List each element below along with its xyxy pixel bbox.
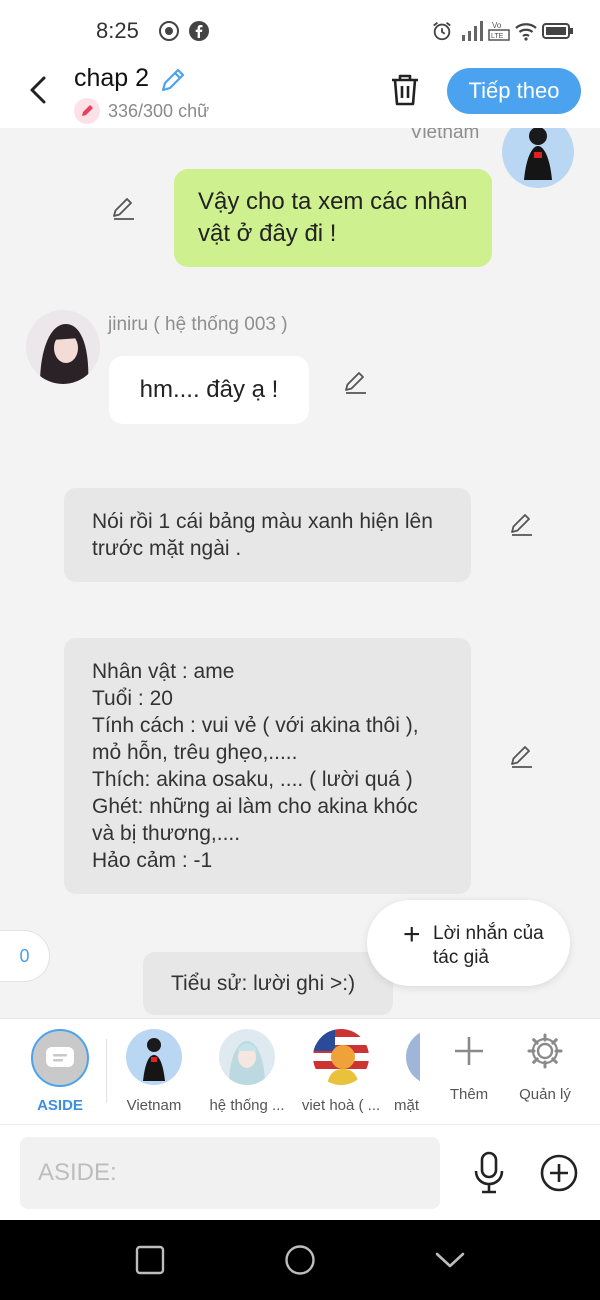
avatar: [126, 1029, 182, 1085]
battery-icon: [542, 23, 573, 39]
chapter-header: chap 2 336/300 chữ Tiếp theo: [0, 60, 600, 128]
character-viet-hoa[interactable]: viet hoà ( ...: [298, 1029, 384, 1114]
character-name: mặt: [394, 1097, 420, 1114]
gear-icon: [527, 1033, 563, 1069]
character-aside[interactable]: ASIDE: [24, 1029, 96, 1114]
message-counter-badge[interactable]: 0: [0, 930, 50, 982]
manage-characters-button[interactable]: Quản lý: [512, 1029, 578, 1103]
avatar: [219, 1029, 275, 1085]
author-note-button[interactable]: + Lời nhắn của tác giả: [367, 900, 570, 986]
svg-text:LTE: LTE: [491, 33, 504, 40]
character-vietnam[interactable]: Vietnam: [120, 1029, 188, 1114]
system-nav-bar: [0, 1220, 600, 1300]
chat-bubble-icon: [31, 1029, 89, 1087]
add-character-button[interactable]: Thêm: [440, 1029, 498, 1103]
sender-name: jiniru ( hệ thống 003 ): [108, 314, 288, 335]
chapter-title: chap 2: [74, 64, 150, 92]
manage-label: Quản lý: [519, 1086, 571, 1103]
avatar-jiniru[interactable]: [26, 310, 100, 384]
character-name: hệ thống ...: [209, 1097, 285, 1114]
status-time: 8:25: [96, 18, 139, 43]
alarm-icon: [433, 22, 451, 41]
back-nav-icon[interactable]: [434, 1244, 466, 1276]
volte-icon: Vo LTE: [488, 21, 510, 41]
trash-icon[interactable]: [388, 72, 422, 108]
narration-bubble[interactable]: Nói rồi 1 cái bảng màu xanh hiện lên trư…: [64, 488, 471, 582]
edit-message-icon[interactable]: [110, 194, 138, 222]
signal-icon: [462, 21, 483, 41]
input-bar: [0, 1124, 600, 1220]
avatar-vietnam[interactable]: [502, 128, 574, 188]
edit-message-icon[interactable]: [508, 742, 536, 770]
avatar: [406, 1029, 420, 1085]
character-bar: ASIDE Vietnam hệ thống ... viet hoà ( ..…: [0, 1018, 600, 1124]
pencil-icon: [74, 98, 100, 124]
next-button[interactable]: Tiếp theo: [447, 68, 581, 114]
edit-message-icon[interactable]: [342, 368, 370, 396]
character-name: ASIDE: [37, 1097, 83, 1114]
facebook-icon: [189, 21, 209, 41]
author-note-label: Lời nhắn của tác giả: [433, 923, 544, 968]
word-count: 336/300 chữ: [74, 98, 209, 124]
plus-icon: +: [403, 918, 421, 951]
narration-bubble[interactable]: Nhân vật : ame Tuổi : 20 Tính cách : vui…: [64, 638, 471, 894]
add-label: Thêm: [449, 1086, 489, 1103]
back-arrow-icon[interactable]: [22, 70, 54, 110]
character-partial[interactable]: mặt: [394, 1029, 420, 1114]
character-name: viet hoà ( ...: [301, 1097, 381, 1114]
avatar: [313, 1029, 369, 1085]
recording-icon: [159, 21, 179, 41]
svg-text:Vo: Vo: [492, 21, 502, 30]
edit-message-icon[interactable]: [508, 510, 536, 538]
narration-bubble[interactable]: Tiểu sử: lười ghi >:): [143, 952, 393, 1015]
plus-icon: [455, 1037, 483, 1065]
wifi-icon: [515, 23, 537, 41]
edit-title-icon[interactable]: [158, 65, 188, 95]
microphone-icon[interactable]: [470, 1151, 508, 1195]
chat-area[interactable]: Vietnam Vậy cho ta xem các nhân vật ở đâ…: [0, 128, 600, 1018]
message-bubble[interactable]: hm.... đây ạ !: [109, 356, 309, 424]
add-circle-icon[interactable]: [539, 1153, 579, 1193]
message-bubble[interactable]: Vậy cho ta xem các nhân vật ở đây đi !: [174, 169, 492, 267]
recent-apps-icon[interactable]: [134, 1244, 166, 1276]
message-input[interactable]: [20, 1137, 440, 1209]
sender-name: Vietnam: [410, 128, 480, 143]
character-he-thong[interactable]: hệ thống ...: [203, 1029, 291, 1114]
character-name: Vietnam: [126, 1097, 182, 1114]
word-count-text: 336/300 chữ: [108, 100, 210, 121]
status-bar: 8:25 Vo LTE: [0, 0, 600, 60]
divider: [106, 1039, 107, 1103]
home-icon[interactable]: [284, 1244, 316, 1276]
